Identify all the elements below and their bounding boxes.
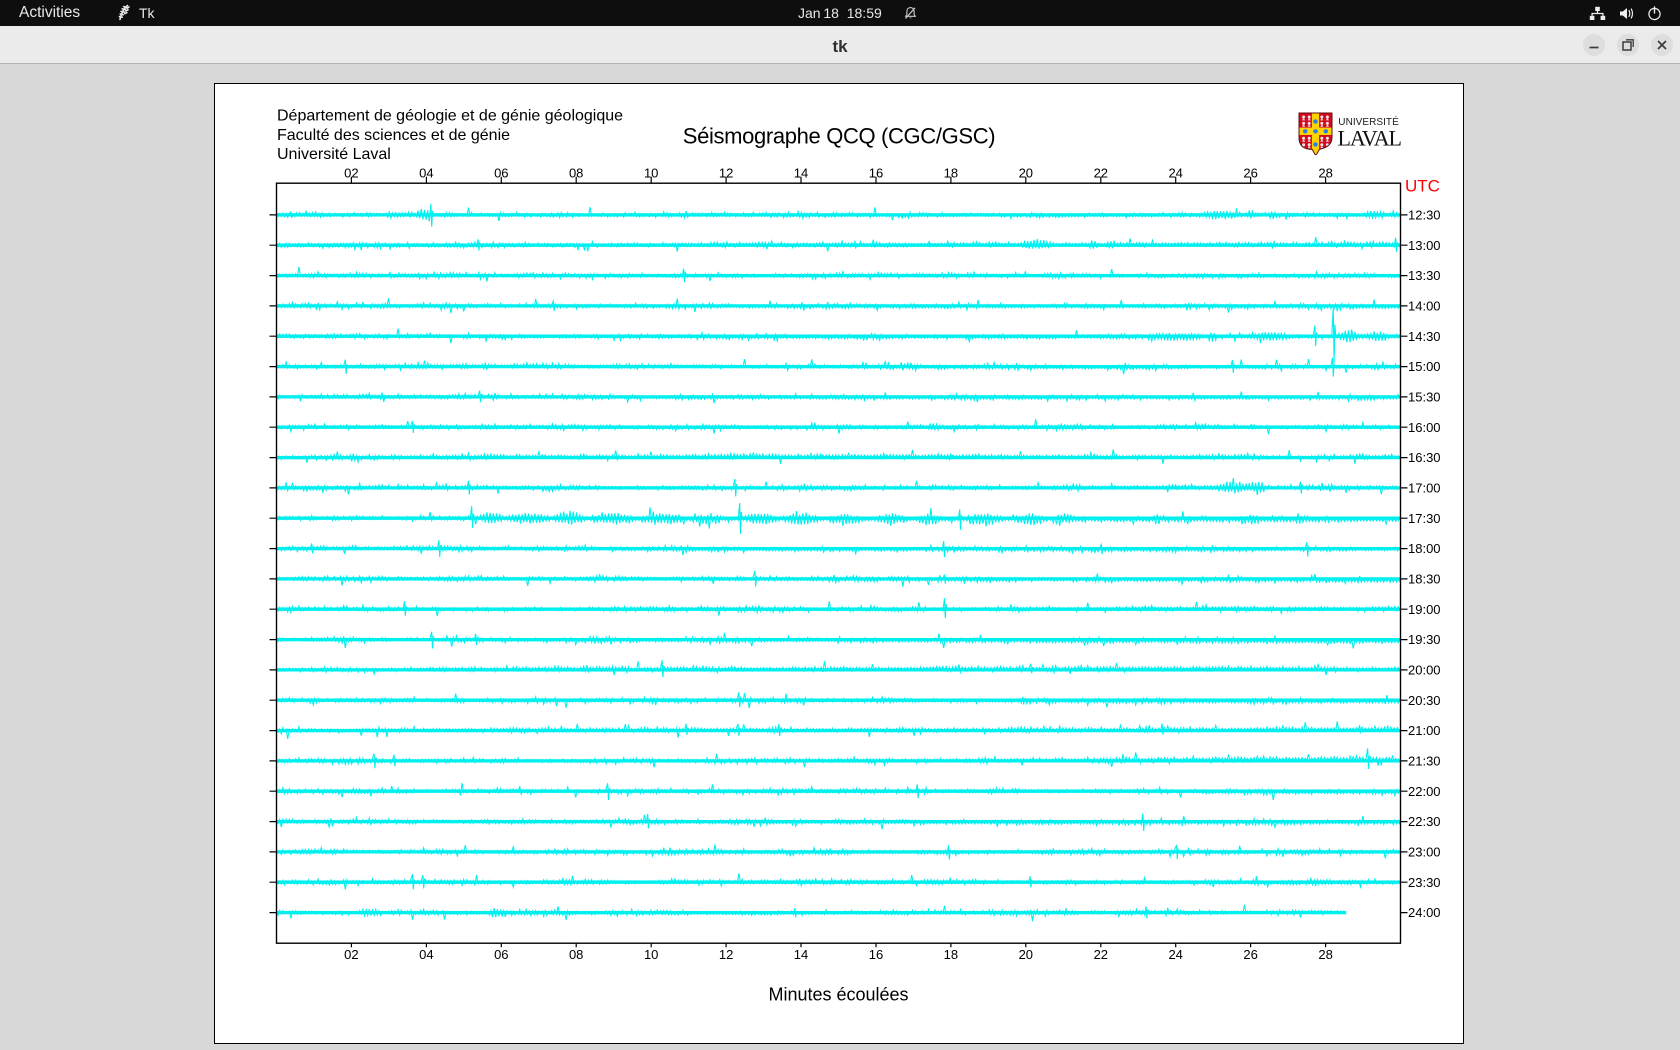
svg-text:13:00: 13:00 [1408, 238, 1441, 253]
svg-text:14:30: 14:30 [1408, 329, 1441, 344]
svg-text:24: 24 [1168, 947, 1182, 962]
svg-text:17:30: 17:30 [1408, 511, 1441, 526]
svg-text:04: 04 [419, 947, 433, 962]
svg-text:18:00: 18:00 [1408, 541, 1441, 556]
svg-text:08: 08 [569, 166, 583, 181]
svg-text:14: 14 [794, 166, 808, 181]
svg-text:22: 22 [1094, 166, 1108, 181]
svg-text:20: 20 [1019, 947, 1033, 962]
svg-text:26: 26 [1243, 166, 1257, 181]
svg-text:20: 20 [1019, 166, 1033, 181]
svg-text:24:00: 24:00 [1408, 905, 1441, 920]
svg-text:UTC: UTC [1405, 177, 1440, 196]
svg-text:Université Laval: Université Laval [277, 146, 391, 163]
svg-text:21:30: 21:30 [1408, 754, 1441, 769]
svg-text:19:30: 19:30 [1408, 632, 1441, 647]
svg-text:12: 12 [719, 166, 733, 181]
svg-text:22:30: 22:30 [1408, 814, 1441, 829]
svg-text:10: 10 [644, 166, 658, 181]
svg-text:19:00: 19:00 [1408, 602, 1441, 617]
svg-text:16: 16 [869, 166, 883, 181]
svg-text:18:30: 18:30 [1408, 572, 1441, 587]
svg-text:18: 18 [944, 947, 958, 962]
svg-text:Faculté des sciences et de gén: Faculté des sciences et de génie [277, 127, 510, 144]
svg-text:08: 08 [569, 947, 583, 962]
svg-text:23:00: 23:00 [1408, 845, 1441, 860]
svg-text:Minutes écoulées: Minutes écoulées [768, 985, 908, 1005]
svg-text:Séismographe QCQ (CGC/GSC): Séismographe QCQ (CGC/GSC) [683, 124, 995, 149]
svg-text:16:30: 16:30 [1408, 450, 1441, 465]
svg-text:22:00: 22:00 [1408, 784, 1441, 799]
svg-text:14:00: 14:00 [1408, 299, 1441, 314]
svg-text:12:30: 12:30 [1408, 208, 1441, 223]
svg-text:LAVAL: LAVAL [1338, 126, 1402, 151]
svg-text:10: 10 [644, 947, 658, 962]
svg-text:26: 26 [1243, 947, 1257, 962]
svg-text:14: 14 [794, 947, 808, 962]
svg-text:16: 16 [869, 947, 883, 962]
svg-text:15:00: 15:00 [1408, 359, 1441, 374]
svg-text:22: 22 [1094, 947, 1108, 962]
svg-text:02: 02 [344, 947, 358, 962]
svg-text:24: 24 [1168, 166, 1182, 181]
svg-text:17:00: 17:00 [1408, 481, 1441, 496]
svg-text:28: 28 [1318, 947, 1332, 962]
svg-text:06: 06 [494, 947, 508, 962]
svg-text:21:00: 21:00 [1408, 723, 1441, 738]
svg-text:16:00: 16:00 [1408, 420, 1441, 435]
svg-text:15:30: 15:30 [1408, 390, 1441, 405]
svg-text:04: 04 [419, 166, 433, 181]
svg-text:20:30: 20:30 [1408, 693, 1441, 708]
svg-text:12: 12 [719, 947, 733, 962]
svg-text:Département de géologie et de: Département de géologie et de génie géol… [277, 108, 623, 125]
svg-text:28: 28 [1318, 166, 1332, 181]
svg-text:06: 06 [494, 166, 508, 181]
svg-text:20:00: 20:00 [1408, 663, 1441, 678]
svg-text:13:30: 13:30 [1408, 268, 1441, 283]
svg-text:18: 18 [944, 166, 958, 181]
svg-text:23:30: 23:30 [1408, 875, 1441, 890]
svg-text:02: 02 [344, 166, 358, 181]
